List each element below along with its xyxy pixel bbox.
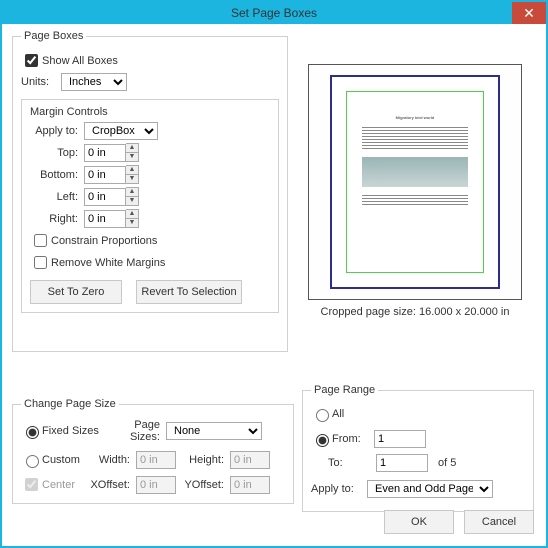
cancel-button[interactable]: Cancel — [464, 510, 534, 534]
page-sizes-label: Page Sizes: — [102, 419, 160, 443]
chevron-down-icon: ▼ — [126, 175, 138, 184]
margin-top-label: Top: — [30, 147, 78, 159]
change-page-size-group: Change Page Size Fixed Sizes Page Sizes:… — [12, 398, 294, 504]
cropped-size-label: Cropped page size: 16.000 x 20.000 in — [308, 306, 522, 318]
preview-frame: Migratory bird world — [308, 64, 522, 300]
chevron-down-icon: ▼ — [126, 153, 138, 162]
margin-right-label: Right: — [30, 213, 78, 225]
title-bar: Set Page Boxes ✕ — [2, 2, 546, 24]
margin-left-input[interactable] — [84, 188, 126, 206]
range-to-label: To: — [328, 457, 370, 469]
center-label: Center — [42, 479, 84, 491]
window-title: Set Page Boxes — [231, 6, 317, 20]
remove-white-margins-checkbox[interactable] — [34, 256, 47, 269]
constrain-proportions-label: Constrain Proportions — [51, 235, 157, 247]
chevron-up-icon: ▲ — [126, 166, 138, 175]
range-to-input[interactable] — [376, 454, 428, 472]
constrain-proportions-checkbox[interactable] — [34, 234, 47, 247]
page-boxes-legend: Page Boxes — [21, 30, 86, 42]
margin-controls-group: Margin Controls Apply to: CropBox Top: ▲… — [21, 99, 279, 313]
chevron-down-icon: ▼ — [126, 219, 138, 228]
chevron-up-icon: ▲ — [126, 210, 138, 219]
remove-white-margins-label: Remove White Margins — [51, 257, 165, 269]
page-sizes-select[interactable]: None — [166, 422, 262, 440]
height-label: Height: — [176, 454, 224, 466]
units-select[interactable]: Inches — [61, 73, 127, 91]
margin-left-label: Left: — [30, 191, 78, 203]
chevron-up-icon: ▲ — [126, 188, 138, 197]
range-from-label: From: — [332, 433, 374, 445]
yoffset-label: YOffset: — [176, 479, 224, 491]
margin-controls-title: Margin Controls — [30, 106, 270, 118]
range-apply-to-label: Apply to: — [311, 483, 361, 495]
margin-apply-to-label: Apply to: — [30, 125, 78, 137]
revert-to-selection-button[interactable]: Revert To Selection — [136, 280, 242, 304]
margin-bottom-label: Bottom: — [30, 169, 78, 181]
custom-radio[interactable] — [26, 455, 39, 468]
margin-top-input[interactable] — [84, 144, 126, 162]
set-to-zero-button[interactable]: Set To Zero — [30, 280, 122, 304]
range-all-radio[interactable] — [316, 409, 329, 422]
width-input — [136, 451, 176, 469]
range-all-label: All — [332, 408, 344, 420]
center-checkbox — [25, 478, 38, 491]
preview-image — [362, 157, 468, 187]
range-from-radio[interactable] — [316, 434, 329, 447]
xoffset-label: XOffset: — [84, 479, 130, 491]
page-boxes-group: Page Boxes Show All Boxes Units: Inches … — [12, 30, 288, 352]
range-from-input[interactable] — [374, 430, 426, 448]
fixed-sizes-radio[interactable] — [26, 426, 39, 439]
fixed-sizes-label: Fixed Sizes — [42, 425, 102, 437]
show-all-boxes-checkbox[interactable] — [25, 54, 38, 67]
close-icon: ✕ — [523, 5, 535, 22]
units-label: Units: — [21, 76, 55, 88]
preview-area: Migratory bird world Cropped page size: … — [308, 64, 522, 318]
preview-page: Migratory bird world — [330, 75, 500, 289]
yoffset-input — [230, 476, 270, 494]
close-button[interactable]: ✕ — [512, 2, 546, 24]
custom-label: Custom — [42, 454, 90, 466]
page-range-group: Page Range All From: To: of 5 Apply to: … — [302, 384, 534, 512]
margin-bottom-spinner[interactable]: ▲▼ — [126, 165, 139, 184]
width-label: Width: — [90, 454, 130, 466]
margin-apply-to-select[interactable]: CropBox — [84, 122, 158, 140]
show-all-boxes-label: Show All Boxes — [42, 55, 118, 67]
chevron-down-icon: ▼ — [126, 197, 138, 206]
margin-left-spinner[interactable]: ▲▼ — [126, 187, 139, 206]
page-range-legend: Page Range — [311, 384, 378, 396]
height-input — [230, 451, 270, 469]
range-of-label: of 5 — [438, 457, 456, 469]
margin-bottom-input[interactable] — [84, 166, 126, 184]
margin-right-spinner[interactable]: ▲▼ — [126, 209, 139, 228]
chevron-up-icon: ▲ — [126, 144, 138, 153]
ok-button[interactable]: OK — [384, 510, 454, 534]
xoffset-input — [136, 476, 176, 494]
range-apply-to-select[interactable]: Even and Odd Pages — [367, 480, 493, 498]
margin-right-input[interactable] — [84, 210, 126, 228]
change-page-size-legend: Change Page Size — [21, 398, 119, 410]
margin-top-spinner[interactable]: ▲▼ — [126, 143, 139, 162]
